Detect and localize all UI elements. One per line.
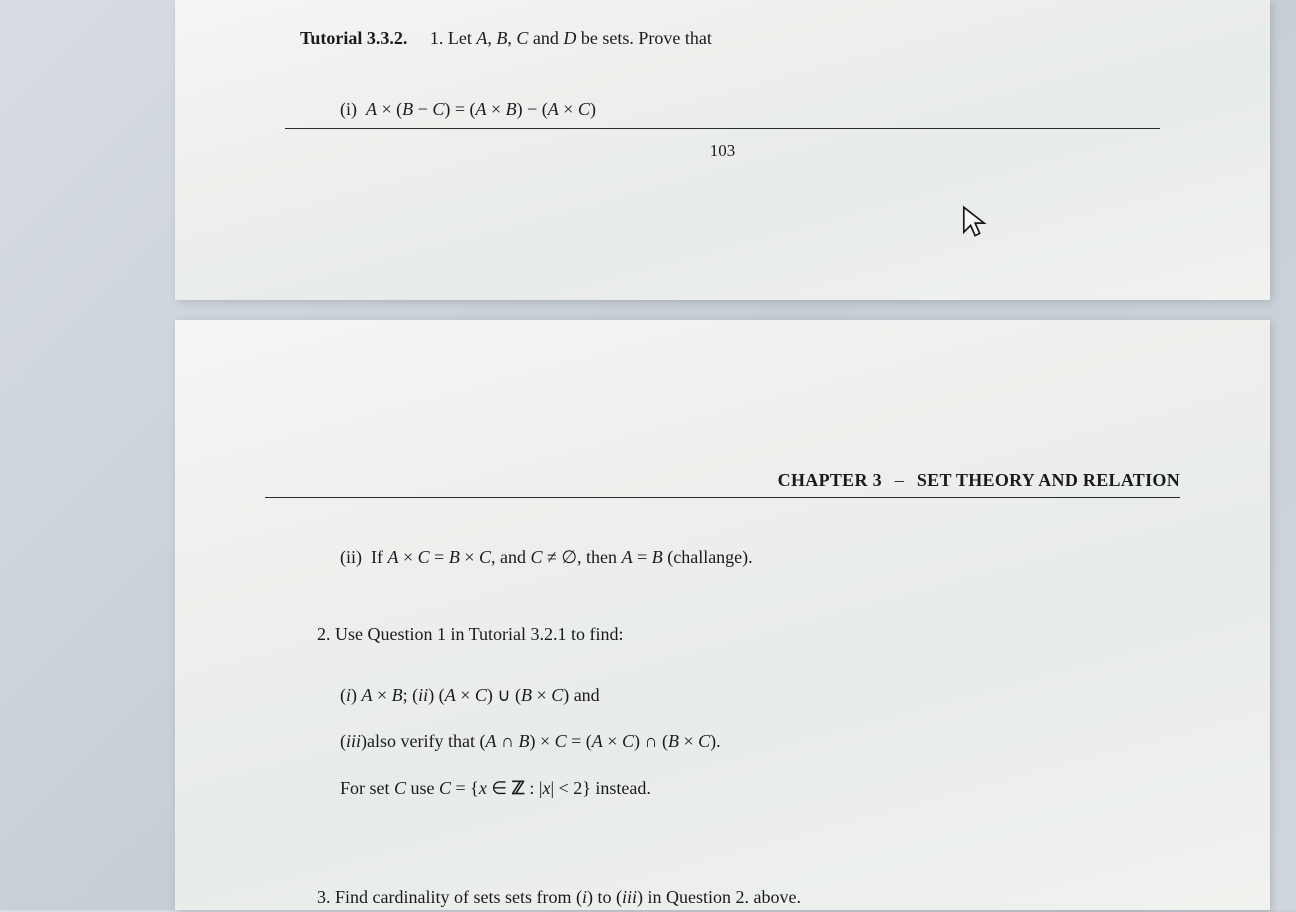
cursor-icon [960,205,988,239]
horizontal-rule [285,128,1160,129]
chapter-header: CHAPTER 3 – SET THEORY AND RELATION [235,470,1180,491]
tutorial-header: Tutorial 3.3.2. 1. Let A, B, C and D be … [300,28,1210,49]
chapter-number: CHAPTER 3 [778,470,882,490]
problem-item-ii: (ii) If A × C = B × C, and C ≠ ∅, then A… [340,543,1210,572]
q2-item-i-ii: (i) A × B; (ii) (A × C) ∪ (B × C) and [340,681,1210,710]
document-page-top: Tutorial 3.3.2. 1. Let A, B, C and D be … [175,0,1270,300]
horizontal-rule-bottom [265,497,1180,498]
tutorial-label: Tutorial 3.3.2. [300,28,407,48]
page-number: 103 [235,141,1210,161]
question-2-subitems: (i) A × B; (ii) (A × C) ∪ (B × C) and (i… [340,681,1210,757]
question-3: 3. Find cardinality of sets sets from (i… [317,883,1210,912]
for-set-note: For set C use C = {x ∈ ℤ : |x| < 2} inst… [340,774,1210,803]
document-page-bottom: CHAPTER 3 – SET THEORY AND RELATION (ii)… [175,320,1270,910]
q2-item-iii: (iii)also verify that (A ∩ B) × C = (A ×… [340,727,1210,756]
question-1-intro: 1. Let A, B, C and D be sets. Prove that [430,28,712,48]
problem-item-i: (i) A × (B − C) = (A × B) − (A × C) [340,99,1210,120]
header-dash: – [895,470,904,490]
chapter-title: SET THEORY AND RELATION [917,470,1180,490]
question-2: 2. Use Question 1 in Tutorial 3.2.1 to f… [317,620,1210,649]
